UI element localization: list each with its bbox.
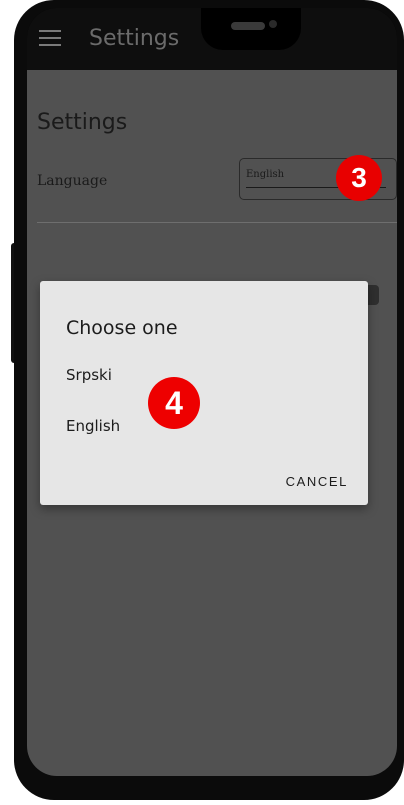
language-choice-dialog: Choose one Srpski English CANCEL [40,281,368,505]
dialog-title: Choose one [66,317,178,339]
divider [37,222,397,223]
option-srpski[interactable]: Srpski [66,366,112,384]
page-title: Settings [37,110,128,135]
app-bar-title: Settings [89,26,180,51]
front-camera [269,20,277,28]
language-select-value: English [246,169,285,180]
option-english[interactable]: English [66,417,120,435]
speaker [231,22,265,30]
language-label: Language [37,173,108,189]
hamburger-menu-icon[interactable] [39,30,61,46]
notch [201,8,301,50]
cancel-button[interactable]: CANCEL [286,474,348,489]
step-badge-4: 4 [148,377,200,429]
step-badge-3: 3 [336,155,382,201]
